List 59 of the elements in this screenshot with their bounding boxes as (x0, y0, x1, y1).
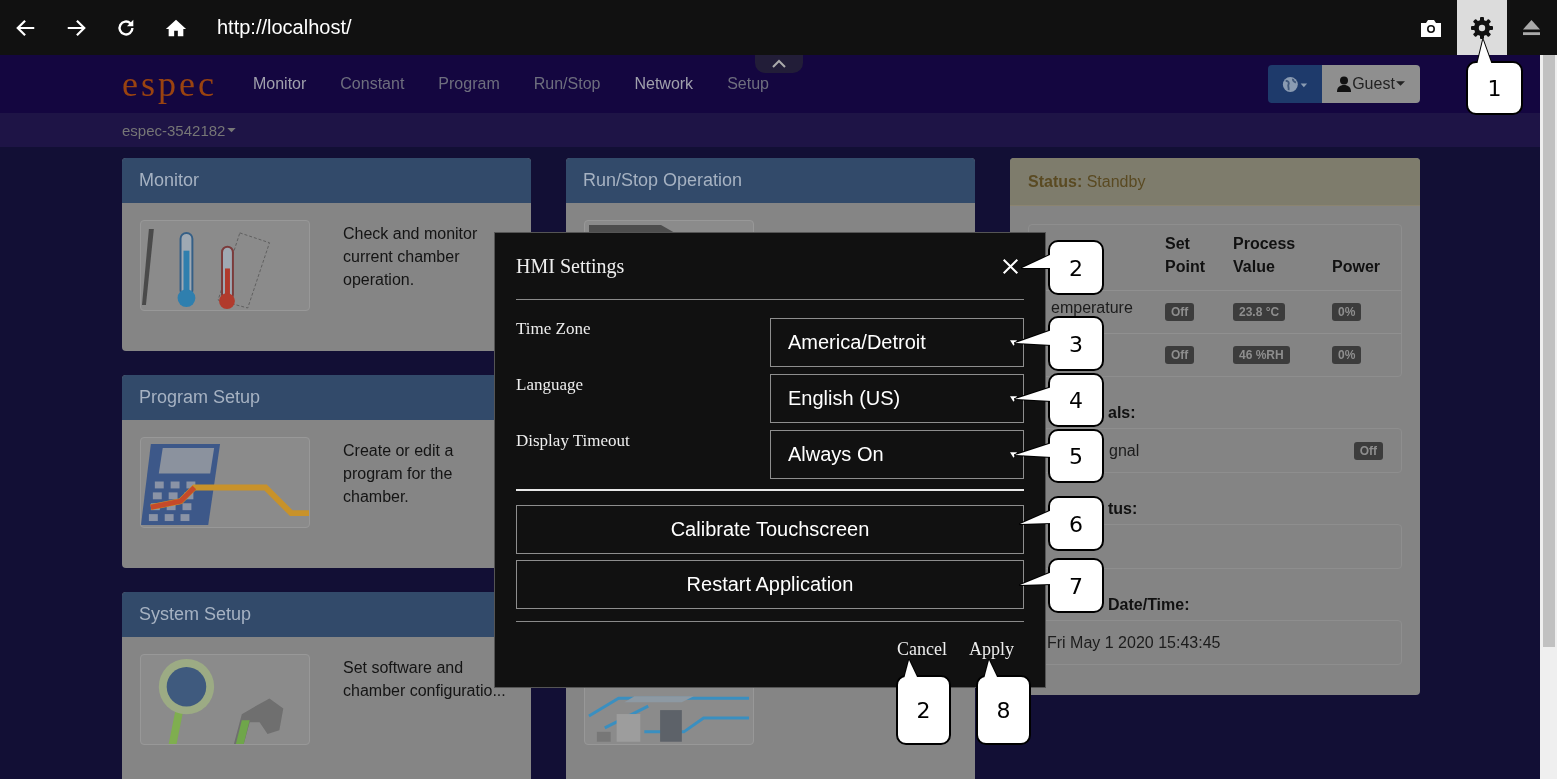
value-badge: 0% (1332, 303, 1362, 321)
value-badge: Off (1353, 441, 1383, 460)
address-field[interactable]: http://localhost/ (217, 16, 352, 39)
field-label: Time Zone (516, 318, 591, 339)
chevron-up-icon (772, 58, 786, 68)
value-badge: 0% (1332, 346, 1362, 364)
action-button[interactable]: Restart Application (516, 560, 1024, 609)
value-badge: Off (1165, 303, 1195, 321)
action-button[interactable]: Calibrate Touchscreen (516, 505, 1024, 554)
field-label: Display Timeout (516, 430, 630, 451)
settings-button[interactable] (1457, 0, 1507, 55)
settings-icon (1470, 15, 1494, 40)
dialog-title: HMI Settings (516, 254, 625, 278)
nav-link[interactable]: Run/Stop (533, 75, 601, 93)
camera-icon[interactable] (1419, 17, 1443, 38)
column-header: Set Point (1165, 234, 1206, 277)
dialog-button[interactable]: Apply (969, 639, 1014, 660)
eject-icon[interactable] (1522, 19, 1541, 36)
collapse-button[interactable] (755, 55, 803, 73)
card-description: Set software and chamber configuratio... (343, 658, 507, 701)
section-heading: Date/Time: (1108, 596, 1191, 614)
section-heading: tus: (1108, 500, 1139, 518)
scrollbar[interactable] (1540, 55, 1557, 779)
dropdown[interactable]: America/Detroit (770, 318, 1024, 367)
table-cell-text: emperature (1050, 300, 1134, 316)
globe-icon (1281, 74, 1309, 94)
scrollbar-thumb[interactable] (1543, 55, 1555, 647)
caret-icon (1010, 395, 1017, 402)
date-time-value: Fri May 1 2020 15:43:45 (1047, 633, 1221, 652)
dropdown[interactable]: Always On (770, 430, 1024, 479)
nav-link[interactable]: Network (634, 75, 694, 93)
nav-link[interactable]: Program (438, 75, 500, 93)
card-header: Monitor (122, 158, 531, 203)
column-header: Process Value (1233, 234, 1297, 277)
card-description: Check and monitor current chamber operation. (343, 224, 479, 290)
card-description: Create or edit a program for the chamber. (343, 441, 455, 507)
user-menu-button[interactable]: Guest (1322, 65, 1420, 103)
column-header: Power (1332, 257, 1381, 277)
nav-link[interactable]: Constant (340, 75, 405, 93)
user-icon (1337, 76, 1352, 92)
status-text: Status: Standby (1028, 172, 1146, 191)
signal-label: gnal (1109, 441, 1140, 460)
dropdown[interactable]: English (US) (770, 374, 1024, 423)
nav-link[interactable]: Monitor (252, 75, 307, 93)
caret-icon (1395, 81, 1405, 87)
caret-icon (1010, 339, 1017, 346)
close-icon[interactable] (1002, 257, 1019, 275)
field-label: Language (516, 374, 584, 395)
device-selector[interactable]: espec-3542182 (122, 121, 237, 139)
caret-icon (227, 127, 237, 133)
card-header: Run/Stop Operation (566, 158, 975, 203)
nav-link[interactable]: Setup (727, 75, 769, 93)
value-badge: 46 %RH (1233, 346, 1290, 364)
value-badge: 23.8 °C (1233, 303, 1286, 321)
dialog-button[interactable]: Cancel (897, 639, 947, 660)
caret-icon (1010, 451, 1017, 458)
language-button[interactable] (1268, 65, 1322, 103)
value-badge: Off (1165, 346, 1195, 364)
section-heading: als: (1108, 404, 1137, 422)
